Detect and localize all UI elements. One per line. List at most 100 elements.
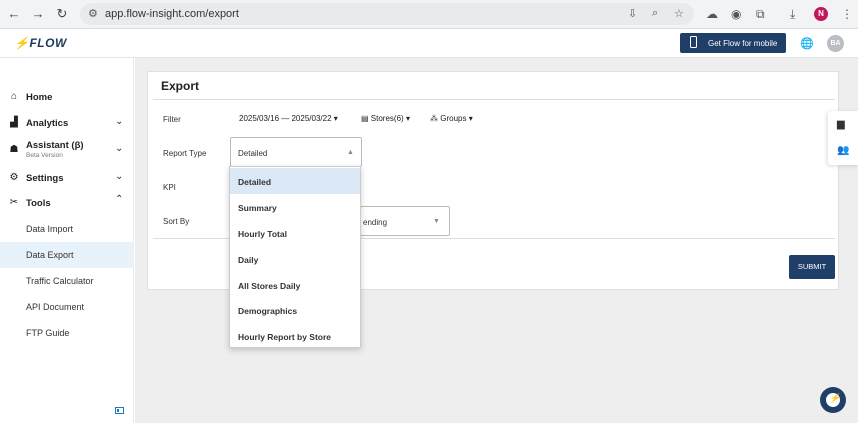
- sidebar-item-label: Tools: [26, 198, 51, 209]
- app-header: ⚡FLOW Get Flow for mobile 🌐 BA: [0, 30, 858, 58]
- chart-icon: ▟: [10, 117, 18, 128]
- sort-by-label: Sort By: [163, 217, 190, 226]
- filter-label: Filter: [163, 115, 181, 124]
- users-icon[interactable]: 👥: [837, 145, 849, 156]
- option-daily[interactable]: Daily: [230, 246, 360, 272]
- tools-icon: ✂: [9, 197, 19, 208]
- option-hourly-total[interactable]: Hourly Total: [230, 220, 360, 246]
- chevron-down-icon: ⌄: [115, 171, 124, 182]
- option-label: Daily: [238, 255, 259, 265]
- cloud-icon[interactable]: ☁: [706, 7, 718, 21]
- caret-up-icon: ▲: [347, 149, 354, 156]
- flow-bolt-icon: ⚡: [14, 36, 30, 50]
- chevron-down-icon: ⌄: [115, 116, 124, 127]
- install-app-icon[interactable]: ⇩: [628, 7, 637, 20]
- browser-menu-icon[interactable]: ⋮: [841, 7, 853, 21]
- caret-down-icon: ▾: [333, 114, 338, 123]
- download-icon[interactable]: ⤓: [790, 7, 795, 22]
- groups-text: Groups: [440, 114, 467, 123]
- url-text: app.flow-insight.com/export: [105, 8, 239, 20]
- sidebar-item-analytics[interactable]: ▟ Analytics ⌄: [0, 111, 134, 135]
- option-label: Summary: [238, 203, 277, 213]
- forward-icon[interactable]: →: [30, 6, 46, 22]
- sidebar-subitem-data-import[interactable]: Data Import: [0, 216, 134, 242]
- report-type-label: Report Type: [163, 149, 207, 158]
- flow-chat-icon: ⚡: [829, 393, 841, 403]
- address-bar[interactable]: ⚙ app.flow-insight.com/export ⇩ ⌕ ☆: [80, 3, 694, 25]
- option-hourly-report-by-store[interactable]: Hourly Report by Store: [230, 323, 360, 349]
- option-all-stores-daily[interactable]: All Stores Daily: [230, 272, 360, 298]
- groups-filter[interactable]: ⁂ Groups ▾: [430, 114, 473, 123]
- sort-order-select[interactable]: ending ▼: [360, 206, 450, 236]
- camera-icon[interactable]: ◉: [731, 7, 741, 21]
- stores-filter[interactable]: ▤ Stores(6) ▾: [361, 114, 410, 123]
- report-type-value: Detailed: [238, 149, 268, 158]
- sidebar-item-label: Home: [26, 92, 53, 103]
- kpi-label: KPI: [163, 183, 176, 192]
- option-label: Hourly Total: [238, 229, 287, 239]
- user-avatar[interactable]: BA: [827, 35, 844, 52]
- sidebar-item-label: Analytics: [26, 118, 69, 129]
- caret-down-icon: ▾: [405, 114, 410, 123]
- globe-icon[interactable]: 🌐: [800, 37, 814, 50]
- chat-launcher-button[interactable]: ⚡: [820, 387, 846, 413]
- bookmark-star-icon[interactable]: ☆: [674, 7, 684, 20]
- get-mobile-button[interactable]: Get Flow for mobile: [680, 33, 786, 53]
- sidebar-item-label: Settings: [26, 173, 64, 184]
- sidebar-subitem-data-export[interactable]: Data Export: [0, 242, 134, 268]
- option-summary[interactable]: Summary: [230, 194, 360, 220]
- sort-order-value: ending: [363, 218, 388, 227]
- page-title: Export: [161, 79, 200, 93]
- date-range-picker[interactable]: 2025/03/16 — 2025/03/22 ▾: [239, 114, 338, 123]
- sidebar-item-assistant[interactable]: ☗ Assistant (β) Beta Version ⌄: [0, 138, 134, 162]
- right-floating-panel: ▆ 👥: [828, 111, 858, 165]
- date-range-text: 2025/03/16 — 2025/03/22: [239, 114, 332, 123]
- option-label: All Stores Daily: [238, 281, 301, 291]
- option-demographics[interactable]: Demographics: [230, 297, 360, 323]
- sidebar-subitem-label: FTP Guide: [26, 328, 70, 338]
- caret-down-icon: ▾: [468, 114, 473, 123]
- sidebar-subitem-label: Data Export: [26, 250, 74, 260]
- back-icon[interactable]: ←: [6, 6, 22, 22]
- sidebar-item-label: Assistant (β): [26, 140, 84, 151]
- sidebar-collapse-icon[interactable]: [115, 407, 124, 414]
- home-icon: ⌂: [10, 91, 18, 102]
- stores-text: Stores(6): [370, 114, 404, 123]
- submit-button[interactable]: SUBMIT: [789, 255, 835, 279]
- report-type-dropdown: Detailed Summary Hourly Total Daily All …: [229, 166, 361, 348]
- option-label: Hourly Report by Store: [238, 332, 332, 342]
- reload-icon[interactable]: ↻: [54, 6, 70, 22]
- sidebar-subitem-label: Traffic Calculator: [26, 276, 94, 286]
- sidebar-subitem-api-document[interactable]: API Document: [0, 294, 134, 320]
- chevron-up-icon: ⌃: [115, 194, 124, 205]
- site-info-icon[interactable]: ⚙: [88, 7, 98, 20]
- caret-down-icon: ▼: [433, 218, 440, 225]
- sidebar-item-settings[interactable]: ⚙ Settings ⌄: [0, 166, 134, 190]
- browser-toolbar: ← → ↻ ⚙ app.flow-insight.com/export ⇩ ⌕ …: [0, 0, 858, 29]
- option-label: Detailed: [238, 177, 272, 187]
- flow-logo[interactable]: ⚡FLOW: [14, 36, 67, 50]
- chevron-down-icon: ⌄: [115, 143, 124, 154]
- sidebar: ⌂ Home ▟ Analytics ⌄ ☗ Assistant (β) Bet…: [0, 58, 134, 423]
- store-icon: ▤: [361, 114, 369, 123]
- option-label: Demographics: [238, 306, 298, 316]
- sidebar-item-home[interactable]: ⌂ Home: [0, 85, 134, 109]
- zoom-icon[interactable]: ⌕: [652, 7, 658, 20]
- sidebar-subitem-label: API Document: [26, 302, 85, 312]
- gear-icon: ⚙: [9, 172, 19, 183]
- sidebar-subitem-label: Data Import: [26, 224, 74, 234]
- divider: [153, 99, 835, 100]
- chat-bubbles-icon[interactable]: ▆: [837, 119, 845, 130]
- phone-icon: [690, 36, 697, 48]
- sidebar-subitem-traffic-calculator[interactable]: Traffic Calculator: [0, 268, 134, 294]
- report-type-select[interactable]: Detailed ▲: [230, 137, 362, 167]
- sidebar-subitem-ftp-guide[interactable]: FTP Guide: [0, 320, 134, 346]
- logo-text: FLOW: [29, 36, 67, 50]
- groups-icon: ⁂: [430, 114, 438, 123]
- sidebar-item-tools[interactable]: ✂ Tools ⌃: [0, 191, 134, 215]
- extensions-icon[interactable]: ⧉: [756, 7, 765, 22]
- browser-profile-avatar[interactable]: N: [814, 7, 828, 21]
- robot-icon: ☗: [9, 144, 19, 155]
- get-mobile-label: Get Flow for mobile: [708, 39, 778, 48]
- option-detailed[interactable]: Detailed: [230, 168, 360, 194]
